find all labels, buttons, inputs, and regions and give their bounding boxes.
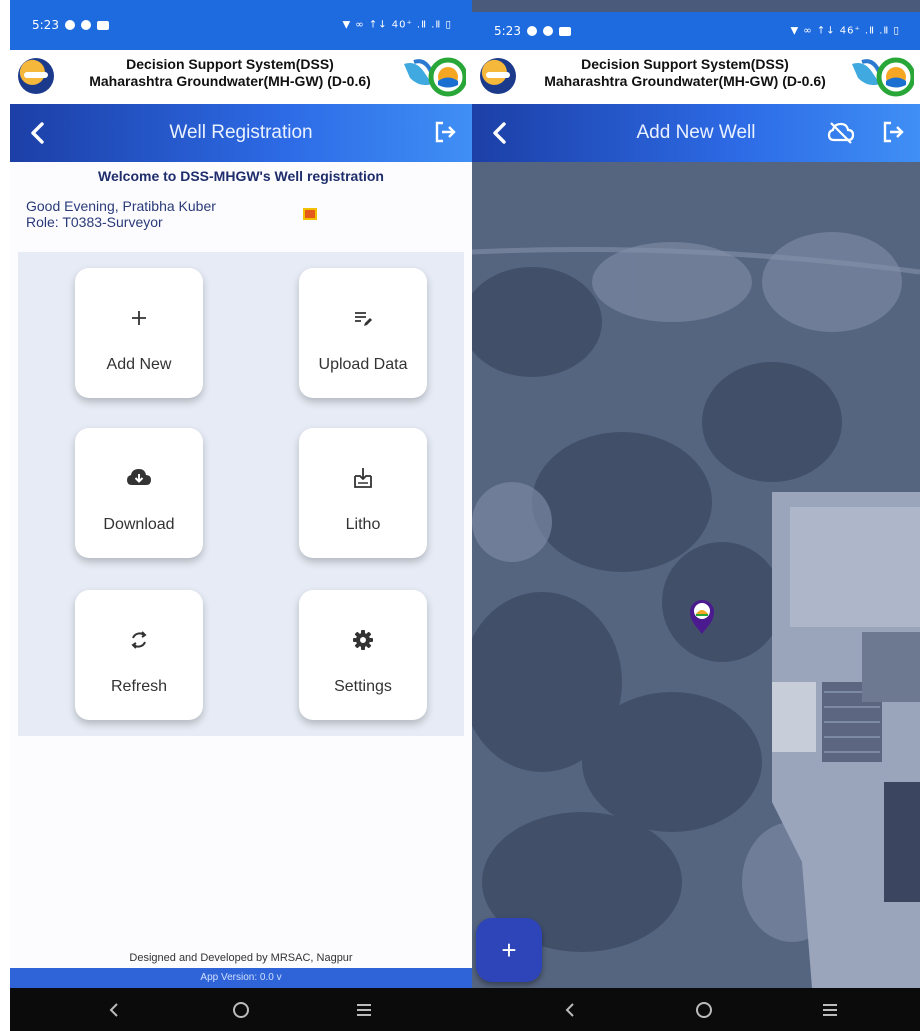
- app-header: Decision Support System(DSS) Maharashtra…: [10, 50, 472, 104]
- app-title: Decision Support System(DSS) Maharashtra…: [58, 56, 402, 90]
- user-info: Good Evening, Pratibha Kuber Role: T0383…: [26, 198, 216, 230]
- tile-label: Litho: [345, 516, 381, 533]
- system-nav-bar: [10, 988, 472, 1031]
- app-title-line2: Maharashtra Groundwater(MH-GW) (D-0.6): [544, 73, 826, 89]
- water-drop-logo: [404, 57, 466, 97]
- gear-icon: [299, 626, 427, 654]
- system-back-icon[interactable]: [100, 996, 128, 1024]
- status-bar: 5:23 ▼ ∞ ↑↓ 40⁺ .Ⅱ .Ⅱ ▯: [10, 0, 472, 50]
- upload-data-button[interactable]: Upload Data: [299, 268, 427, 398]
- settings-button[interactable]: Settings: [299, 590, 427, 720]
- system-menu-icon[interactable]: [350, 996, 378, 1024]
- edit-list-icon: [299, 304, 427, 332]
- role-text: Role: T0383-Surveyor: [26, 214, 163, 230]
- page-title: Well Registration: [169, 122, 313, 143]
- message-icon: [558, 26, 571, 36]
- system-back-icon[interactable]: [556, 996, 584, 1024]
- app-title: Decision Support System(DSS) Maharashtra…: [520, 56, 850, 90]
- status-indicators: ▼ ∞ ↑↓ 40⁺ .Ⅱ .Ⅱ ▯: [342, 19, 452, 31]
- notification-icon: [542, 26, 553, 36]
- litho-button[interactable]: Litho: [299, 428, 427, 558]
- status-bar: 5:23 ▼ ∞ ↑↓ 46⁺ .Ⅱ .Ⅱ ▯: [472, 12, 920, 50]
- status-time: 5:23: [32, 18, 59, 32]
- satellite-imagery: [472, 162, 920, 988]
- refresh-button[interactable]: Refresh: [75, 590, 203, 720]
- app-version: App Version: 0.0 v: [10, 968, 472, 988]
- add-well-fab[interactable]: +: [476, 918, 542, 982]
- india-flag-icon: [303, 208, 317, 220]
- system-nav-bar: [472, 988, 920, 1031]
- plus-icon: [75, 304, 203, 332]
- whatsapp-icon: [526, 26, 537, 36]
- footer-credit: Designed and Developed by MRSAC, Nagpur: [129, 952, 353, 964]
- status-time: 5:23: [494, 24, 521, 38]
- app-title-line1: Decision Support System(DSS): [581, 56, 789, 72]
- tile-label: Refresh: [110, 678, 168, 695]
- system-menu-icon[interactable]: [816, 996, 844, 1024]
- tile-label: Upload Data: [318, 356, 408, 373]
- well-registration-screen: 5:23 ▼ ∞ ↑↓ 40⁺ .Ⅱ .Ⅱ ▯ Decision Support…: [10, 0, 472, 1031]
- download-button[interactable]: Download: [75, 428, 203, 558]
- logout-icon[interactable]: [432, 118, 460, 146]
- cloud-off-icon[interactable]: [826, 119, 856, 147]
- welcome-text: Welcome to DSS-MHGW's Well registration: [98, 168, 384, 184]
- water-drop-logo: [852, 57, 914, 97]
- litho-icon: [299, 464, 427, 492]
- add-new-well-screen: 5:23 ▼ ∞ ↑↓ 46⁺ .Ⅱ .Ⅱ ▯ Decision Support…: [472, 0, 920, 1031]
- refresh-icon: [75, 626, 203, 654]
- satellite-map[interactable]: [472, 162, 920, 988]
- tile-label: Settings: [334, 678, 392, 695]
- tile-label: Download: [103, 516, 175, 533]
- action-grid: Add New Upload Data Download Litho Refre…: [18, 252, 464, 736]
- app-header: Decision Support System(DSS) Maharashtra…: [472, 50, 920, 104]
- status-indicators: ▼ ∞ ↑↓ 46⁺ .Ⅱ .Ⅱ ▯: [790, 25, 900, 37]
- logout-icon[interactable]: [880, 118, 908, 146]
- message-icon: [96, 20, 109, 30]
- app-title-line2: Maharashtra Groundwater(MH-GW) (D-0.6): [89, 73, 371, 89]
- tile-label: Add New: [106, 356, 172, 373]
- nav-bar: Add New Well: [472, 104, 920, 162]
- notification-icon: [80, 20, 91, 30]
- greeting-text: Good Evening, Pratibha Kuber: [26, 198, 216, 214]
- system-home-icon[interactable]: [227, 996, 255, 1024]
- system-home-icon[interactable]: [690, 996, 718, 1024]
- add-new-button[interactable]: Add New: [75, 268, 203, 398]
- mrsac-logo: [18, 58, 54, 94]
- mrsac-logo: [480, 58, 516, 94]
- app-title-line1: Decision Support System(DSS): [126, 56, 334, 72]
- nav-bar: Well Registration: [10, 104, 472, 162]
- cloud-download-icon: [75, 464, 203, 492]
- whatsapp-icon: [64, 20, 75, 30]
